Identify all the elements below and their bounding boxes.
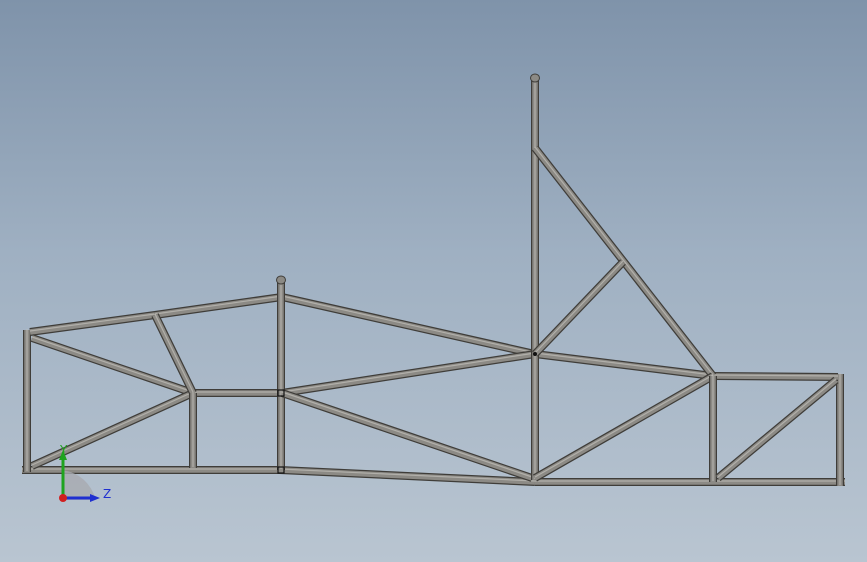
tube-body bbox=[281, 294, 536, 357]
tube-body bbox=[281, 351, 536, 396]
tube-bottom-rail-left[interactable] bbox=[22, 466, 280, 474]
tube-top-rail-3[interactable] bbox=[281, 293, 536, 358]
tube-brace-right-lower[interactable] bbox=[533, 372, 715, 482]
tube-mid-rail-1[interactable] bbox=[193, 389, 282, 397]
y-axis-label: Y bbox=[59, 443, 68, 457]
tube-brace-left-lower[interactable] bbox=[30, 389, 195, 470]
frame-model[interactable]: Y Z bbox=[0, 0, 867, 562]
tube-bottom-rail-right[interactable] bbox=[535, 478, 845, 486]
tube-highlight bbox=[534, 352, 714, 376]
tall-post-cap[interactable] bbox=[530, 73, 540, 83]
tube-body bbox=[30, 390, 195, 469]
tube-highlight bbox=[534, 146, 714, 376]
tube-body bbox=[532, 146, 716, 378]
tube-body bbox=[533, 373, 715, 481]
x-axis-dot bbox=[59, 494, 67, 502]
z-axis-label: Z bbox=[103, 487, 111, 501]
tube-highlight bbox=[29, 313, 156, 332]
frame-members[interactable] bbox=[22, 73, 845, 486]
tube-tall-diagonal[interactable] bbox=[531, 145, 717, 379]
tube-body bbox=[29, 312, 156, 335]
tube-brace-upper-small[interactable] bbox=[532, 259, 626, 357]
tube-brace-far-right[interactable] bbox=[715, 376, 839, 482]
tube-mid-rail-2[interactable] bbox=[281, 350, 536, 397]
tube-highlight bbox=[717, 378, 837, 478]
tube-body bbox=[534, 351, 714, 379]
z-axis-head bbox=[90, 494, 100, 502]
tube-highlight bbox=[534, 374, 714, 478]
tube-top-rail-1[interactable] bbox=[29, 311, 156, 336]
main-hoop-cap[interactable] bbox=[276, 275, 286, 285]
tube-body bbox=[154, 294, 283, 318]
tube-highlight bbox=[281, 391, 533, 478]
tube-highlight bbox=[534, 260, 624, 354]
tube-brace-mid-lower[interactable] bbox=[280, 389, 534, 482]
tube-highlight bbox=[31, 391, 194, 466]
tube-body bbox=[279, 467, 536, 485]
tube-body bbox=[281, 390, 533, 481]
tube-right-top-rail[interactable] bbox=[712, 372, 839, 381]
graphics-viewport[interactable]: Y Z bbox=[0, 0, 867, 562]
tube-body bbox=[533, 260, 625, 356]
tube-bottom-rail-mid[interactable] bbox=[279, 466, 536, 486]
tube-highlight bbox=[281, 352, 536, 393]
tube-highlight bbox=[281, 295, 536, 354]
tube-highlight bbox=[154, 295, 283, 315]
tube-body bbox=[716, 377, 838, 481]
tube-mid-rail-3[interactable] bbox=[534, 350, 714, 380]
tube-top-rail-2[interactable] bbox=[154, 293, 283, 319]
joint-point[interactable] bbox=[533, 352, 537, 356]
